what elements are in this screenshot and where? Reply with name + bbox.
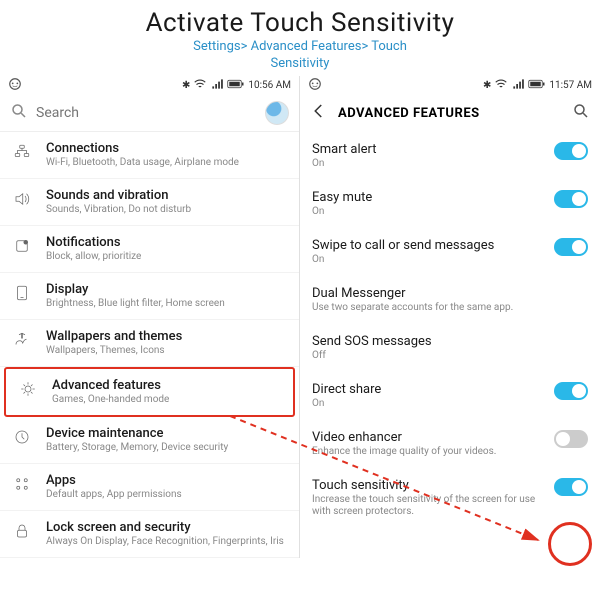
wifi-icon (494, 77, 508, 94)
advanced-features-screen: ✱ 11:57 AM ADVANCED FEATU (300, 76, 600, 558)
advanced-icon (18, 378, 38, 398)
search-icon[interactable] (10, 102, 28, 124)
bluetooth-icon: ✱ (182, 80, 190, 91)
wifi-icon (193, 77, 207, 94)
battery-icon (528, 79, 546, 92)
feature-subtitle: On (312, 254, 544, 266)
toggle-switch[interactable] (554, 478, 588, 496)
feature-item[interactable]: Touch sensitivity Increase the touch sen… (300, 468, 600, 528)
feature-title: Video enhancer (312, 430, 544, 445)
settings-item-wallpaper[interactable]: Wallpapers and themes Wallpapers, Themes… (0, 320, 299, 367)
notif-icon (12, 235, 32, 255)
feature-subtitle: On (312, 158, 544, 170)
feature-item[interactable]: Smart alert On (300, 132, 600, 180)
bluetooth-icon: ✱ (483, 80, 491, 91)
sound-icon (12, 188, 32, 208)
settings-item-display[interactable]: Display Brightness, Blue light filter, H… (0, 273, 299, 320)
search-input[interactable] (36, 105, 257, 121)
item-title: Lock screen and security (46, 520, 287, 535)
status-bar: ✱ 10:56 AM (0, 76, 299, 94)
item-title: Advanced features (52, 378, 281, 393)
highlight-circle (548, 522, 592, 566)
settings-item-apps[interactable]: Apps Default apps, App permissions (0, 464, 299, 511)
apps-icon (12, 473, 32, 493)
status-time: 11:57 AM (549, 80, 592, 91)
item-subtitle: Wallpapers, Themes, Icons (46, 345, 287, 357)
toggle-switch[interactable] (554, 430, 588, 448)
feature-title: Swipe to call or send messages (312, 238, 544, 253)
toggle-switch[interactable] (554, 190, 588, 208)
feature-title: Easy mute (312, 190, 544, 205)
item-title: Display (46, 282, 287, 297)
status-time: 10:56 AM (248, 80, 291, 91)
item-subtitle: Battery, Storage, Memory, Device securit… (46, 442, 287, 454)
feature-title: Touch sensitivity (312, 478, 544, 493)
battery-icon (227, 79, 245, 92)
feature-item[interactable]: Swipe to call or send messages On (300, 228, 600, 276)
signal-icon (511, 77, 525, 94)
feature-subtitle: On (312, 206, 544, 218)
device-icon (12, 426, 32, 446)
screen-header: ADVANCED FEATURES (300, 94, 600, 132)
item-title: Sounds and vibration (46, 188, 287, 203)
toggle-switch[interactable] (554, 142, 588, 160)
feature-subtitle: Increase the touch sensitivity of the sc… (312, 494, 544, 518)
feature-item[interactable]: Send SOS messages Off (300, 324, 600, 372)
signal-icon (210, 77, 224, 94)
settings-item-device[interactable]: Device maintenance Battery, Storage, Mem… (0, 417, 299, 464)
item-subtitle: Games, One-handed mode (52, 394, 281, 406)
wallpaper-icon (12, 329, 32, 349)
feature-title: Send SOS messages (312, 334, 588, 349)
item-subtitle: Default apps, App permissions (46, 489, 287, 501)
status-bar: ✱ 11:57 AM (300, 76, 600, 94)
reddit-icon (308, 77, 322, 94)
feature-subtitle: Off (312, 350, 588, 362)
item-title: Connections (46, 141, 287, 156)
feature-title: Direct share (312, 382, 544, 397)
lock-icon (12, 520, 32, 540)
item-title: Apps (46, 473, 287, 488)
feature-subtitle: Enhance the image quality of your videos… (312, 446, 544, 458)
item-subtitle: Wi-Fi, Bluetooth, Data usage, Airplane m… (46, 157, 287, 169)
toggle-switch[interactable] (554, 238, 588, 256)
settings-item-notif[interactable]: Notifications Block, allow, prioritize (0, 226, 299, 273)
item-subtitle: Block, allow, prioritize (46, 251, 287, 263)
feature-item[interactable]: Direct share On (300, 372, 600, 420)
header-title: ADVANCED FEATURES (338, 106, 562, 121)
feature-item[interactable]: Easy mute On (300, 180, 600, 228)
search-row (0, 94, 299, 132)
settings-item-advanced[interactable]: Advanced features Games, One-handed mode (4, 367, 295, 417)
settings-item-lock[interactable]: Lock screen and security Always On Displ… (0, 511, 299, 558)
feature-subtitle: On (312, 398, 544, 410)
item-subtitle: Always On Display, Face Recognition, Fin… (46, 536, 287, 548)
feature-title: Dual Messenger (312, 286, 588, 301)
breadcrumb-line1: Settings> Advanced Features> Touch (193, 39, 407, 54)
toggle-switch[interactable] (554, 382, 588, 400)
feature-item[interactable]: Dual Messenger Use two separate accounts… (300, 276, 600, 324)
reddit-icon (8, 77, 22, 94)
feature-title: Smart alert (312, 142, 544, 157)
item-title: Notifications (46, 235, 287, 250)
settings-item-sound[interactable]: Sounds and vibration Sounds, Vibration, … (0, 179, 299, 226)
item-title: Wallpapers and themes (46, 329, 287, 344)
page-title: Activate Touch Sensitivity (0, 0, 600, 38)
breadcrumb: Settings> Advanced Features> Touch Sensi… (0, 39, 600, 73)
avatar[interactable] (265, 101, 289, 125)
item-title: Device maintenance (46, 426, 287, 441)
connections-icon (12, 141, 32, 161)
settings-item-connections[interactable]: Connections Wi-Fi, Bluetooth, Data usage… (0, 132, 299, 179)
search-icon[interactable] (572, 102, 590, 124)
item-subtitle: Sounds, Vibration, Do not disturb (46, 204, 287, 216)
display-icon (12, 282, 32, 302)
feature-subtitle: Use two separate accounts for the same a… (312, 302, 588, 314)
breadcrumb-line2: Sensitivity (271, 56, 330, 71)
back-icon[interactable] (310, 102, 328, 124)
settings-screen: ✱ 10:56 AM (0, 76, 300, 558)
feature-item[interactable]: Video enhancer Enhance the image quality… (300, 420, 600, 468)
item-subtitle: Brightness, Blue light filter, Home scre… (46, 298, 287, 310)
